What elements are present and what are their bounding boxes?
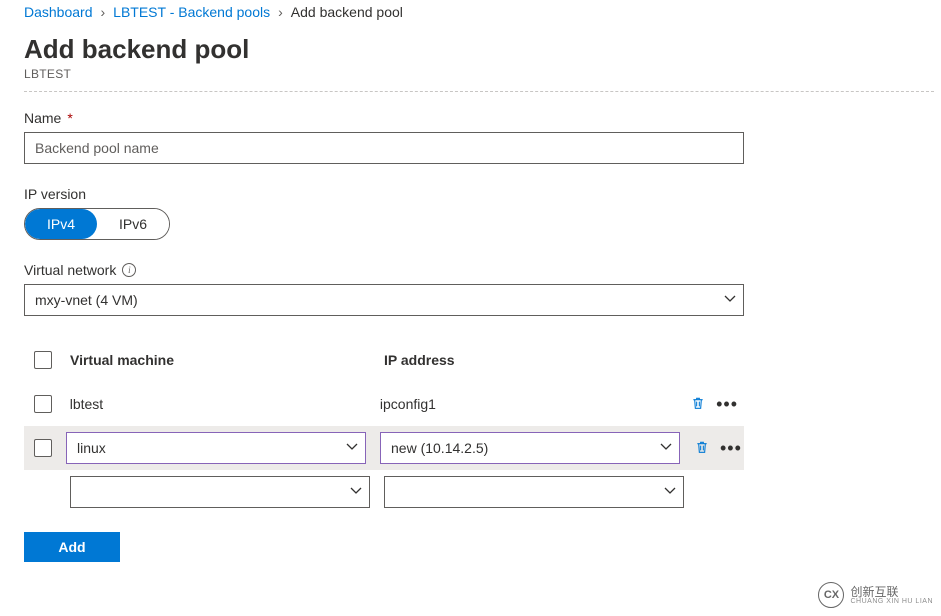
delete-icon[interactable]: [690, 395, 706, 414]
info-icon[interactable]: i: [122, 263, 136, 277]
vnet-label: Virtual network: [24, 262, 116, 278]
ipversion-toggle: IPv4 IPv6: [24, 208, 170, 240]
breadcrumb-current: Add backend pool: [291, 4, 403, 20]
row-ip-select[interactable]: new (10.14.2.5): [380, 432, 680, 464]
row-ip-value: new (10.14.2.5): [391, 440, 488, 456]
breadcrumb-dashboard[interactable]: Dashboard: [24, 4, 93, 20]
add-button[interactable]: Add: [24, 532, 120, 562]
watermark: CX 创新互联 CHUANG XIN HU LIAN: [818, 582, 933, 608]
vnet-value: mxy-vnet (4 VM): [35, 292, 138, 308]
row-vm-value: linux: [77, 440, 106, 456]
page-title: Add backend pool: [24, 34, 941, 65]
row-ip-select[interactable]: [384, 476, 684, 508]
watermark-logo-icon: CX: [818, 582, 844, 608]
row-vm-select[interactable]: linux: [66, 432, 366, 464]
watermark-text: 创新互联: [850, 586, 933, 598]
table-row: [24, 470, 744, 514]
table-header-ip: IP address: [384, 352, 684, 368]
name-label: Name: [24, 110, 61, 126]
table-header: Virtual machine IP address: [24, 338, 744, 382]
ipversion-ipv4[interactable]: IPv4: [25, 209, 97, 239]
ipversion-label: IP version: [24, 186, 86, 202]
name-input[interactable]: [24, 132, 744, 164]
breadcrumb-backend-pools[interactable]: LBTEST - Backend pools: [113, 4, 270, 20]
ipversion-ipv6[interactable]: IPv6: [97, 209, 169, 239]
delete-icon[interactable]: [694, 439, 710, 458]
chevron-right-icon: ›: [278, 4, 283, 20]
table-row: linux new (10.14.2.5): [24, 426, 744, 470]
chevron-right-icon: ›: [101, 4, 106, 20]
page-subtitle: LBTEST: [24, 67, 941, 81]
more-icon[interactable]: •••: [716, 394, 738, 415]
row-vm-name: lbtest: [70, 396, 366, 412]
required-asterisk: *: [67, 110, 72, 126]
breadcrumb: Dashboard › LBTEST - Backend pools › Add…: [24, 0, 941, 28]
divider: [24, 91, 934, 92]
select-all-checkbox[interactable]: [34, 351, 52, 369]
row-checkbox[interactable]: [34, 395, 52, 413]
row-checkbox[interactable]: [34, 439, 52, 457]
row-vm-select[interactable]: [70, 476, 370, 508]
table-row: lbtest ipconfig1 •••: [24, 382, 744, 426]
row-ip: ipconfig1: [380, 396, 676, 412]
vnet-select[interactable]: mxy-vnet (4 VM): [24, 284, 744, 316]
more-icon[interactable]: •••: [720, 438, 742, 459]
watermark-subtext: CHUANG XIN HU LIAN: [850, 598, 933, 605]
table-header-vm: Virtual machine: [70, 352, 370, 368]
